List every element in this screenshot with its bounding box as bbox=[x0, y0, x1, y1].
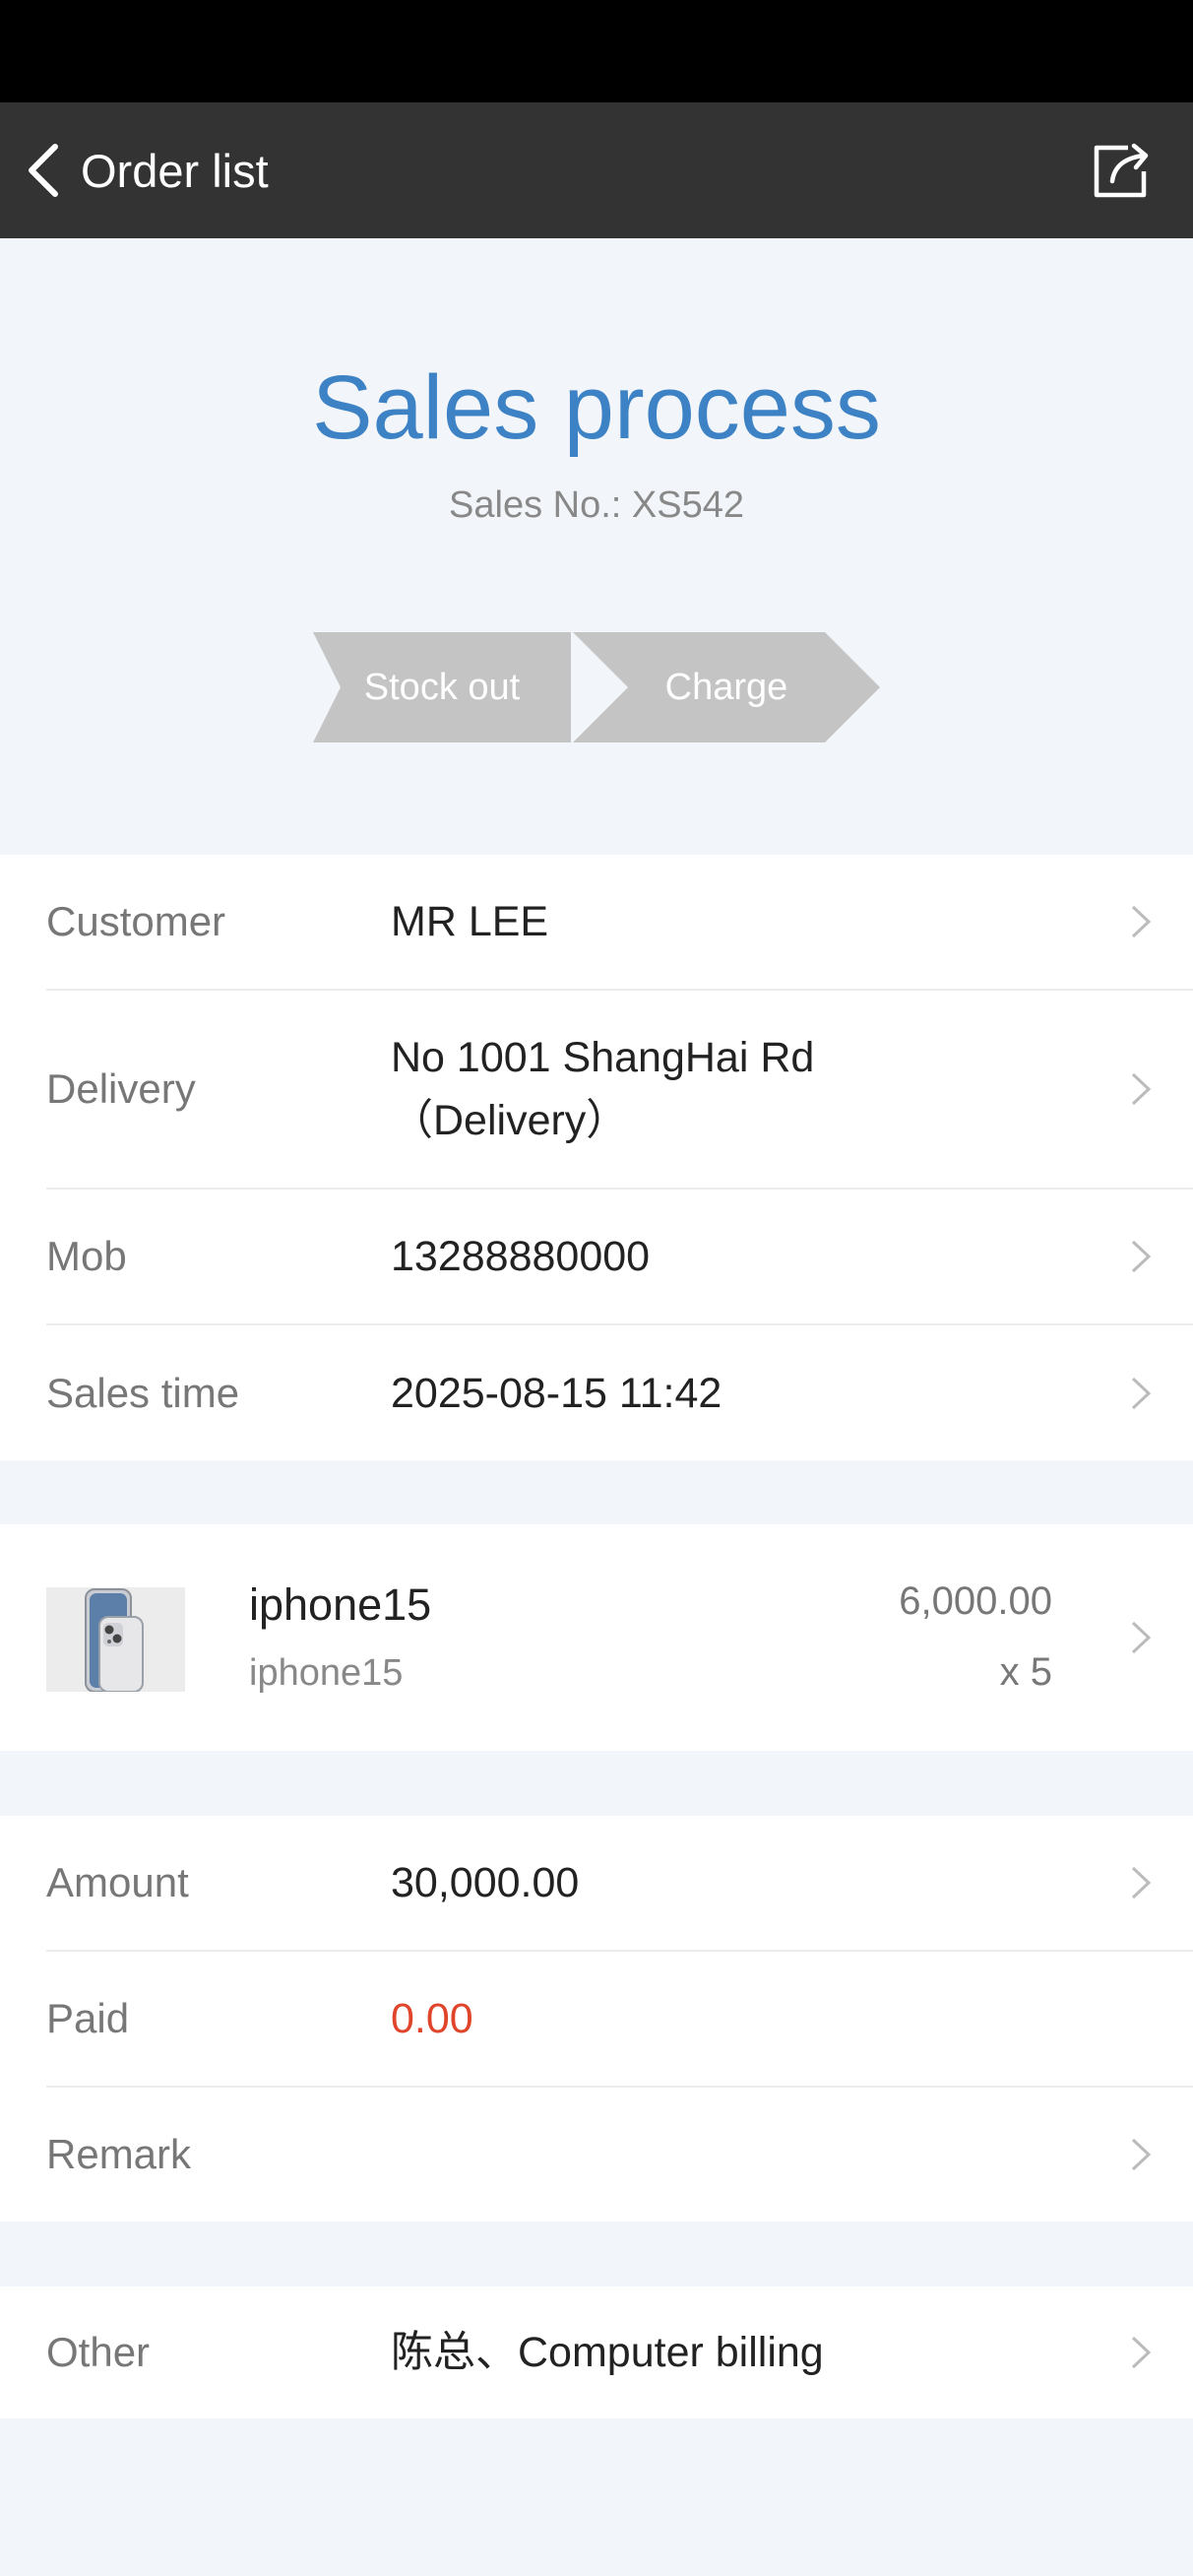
chevron-right-icon bbox=[1131, 1377, 1152, 1409]
product-image bbox=[46, 1587, 185, 1692]
other-row[interactable]: Other 陈总、Computer billing bbox=[0, 2286, 1193, 2418]
sales-number: Sales No.: XS542 bbox=[449, 484, 744, 526]
product-spec: iphone15 bbox=[249, 1652, 404, 1694]
paid-row: Paid 0.00 bbox=[0, 1952, 1193, 2086]
chevron-right-icon bbox=[1131, 1621, 1152, 1654]
amount-row[interactable]: Amount 30,000.00 bbox=[0, 1816, 1193, 1950]
order-info-card: Customer MR LEE Delivery No 1001 ShangHa… bbox=[0, 855, 1193, 1460]
chevron-right-icon bbox=[1131, 1240, 1152, 1273]
product-price: 6,000.00 bbox=[899, 1579, 1052, 1623]
totals-card: Amount 30,000.00 Paid 0.00 Remark bbox=[0, 1816, 1193, 2222]
sales-time-value: 2025-08-15 11:42 bbox=[391, 1369, 722, 1417]
customer-row[interactable]: Customer MR LEE bbox=[0, 855, 1193, 989]
chevron-right-icon bbox=[1131, 905, 1152, 938]
step-stock-out[interactable]: Stock out bbox=[313, 632, 571, 742]
nav-title: Order list bbox=[81, 144, 269, 197]
chevron-right-icon bbox=[1131, 2138, 1152, 2171]
other-value: 陈总、Computer billing bbox=[391, 2329, 824, 2376]
status-bar bbox=[0, 0, 1193, 102]
step-charge[interactable]: Charge bbox=[573, 632, 880, 742]
remark-row[interactable]: Remark bbox=[0, 2088, 1193, 2222]
product-quantity: x 5 bbox=[999, 1650, 1052, 1694]
amount-value: 30,000.00 bbox=[391, 1859, 580, 1906]
chevron-left-icon bbox=[29, 144, 58, 197]
share-icon[interactable] bbox=[1091, 138, 1154, 201]
sales-time-row[interactable]: Sales time 2025-08-15 11:42 bbox=[0, 1325, 1193, 1460]
product-name: iphone15 bbox=[249, 1579, 432, 1630]
process-steps: Stock out Charge bbox=[313, 632, 880, 742]
chevron-right-icon bbox=[1131, 1866, 1152, 1900]
product-card[interactable]: iphone15 iphone15 6,000.00 x 5 bbox=[0, 1524, 1193, 1751]
customer-value: MR LEE bbox=[391, 898, 549, 945]
chevron-right-icon bbox=[1131, 2336, 1152, 2369]
back-button[interactable]: Order list bbox=[0, 102, 269, 238]
delivery-value: No 1001 ShangHai Rd （Delivery） bbox=[391, 1034, 815, 1144]
mob-row[interactable]: Mob 13288880000 bbox=[0, 1190, 1193, 1323]
page-title: Sales process bbox=[312, 357, 881, 458]
nav-bar: Order list bbox=[0, 102, 1193, 238]
paid-value: 0.00 bbox=[391, 1995, 473, 2042]
delivery-row[interactable]: Delivery No 1001 ShangHai Rd （Delivery） bbox=[0, 991, 1193, 1188]
mob-value: 13288880000 bbox=[391, 1233, 651, 1280]
other-card: Other 陈总、Computer billing bbox=[0, 2286, 1193, 2418]
chevron-right-icon bbox=[1131, 1072, 1152, 1106]
sales-process-header: Sales process Sales No.: XS542 Stock out… bbox=[0, 238, 1193, 855]
